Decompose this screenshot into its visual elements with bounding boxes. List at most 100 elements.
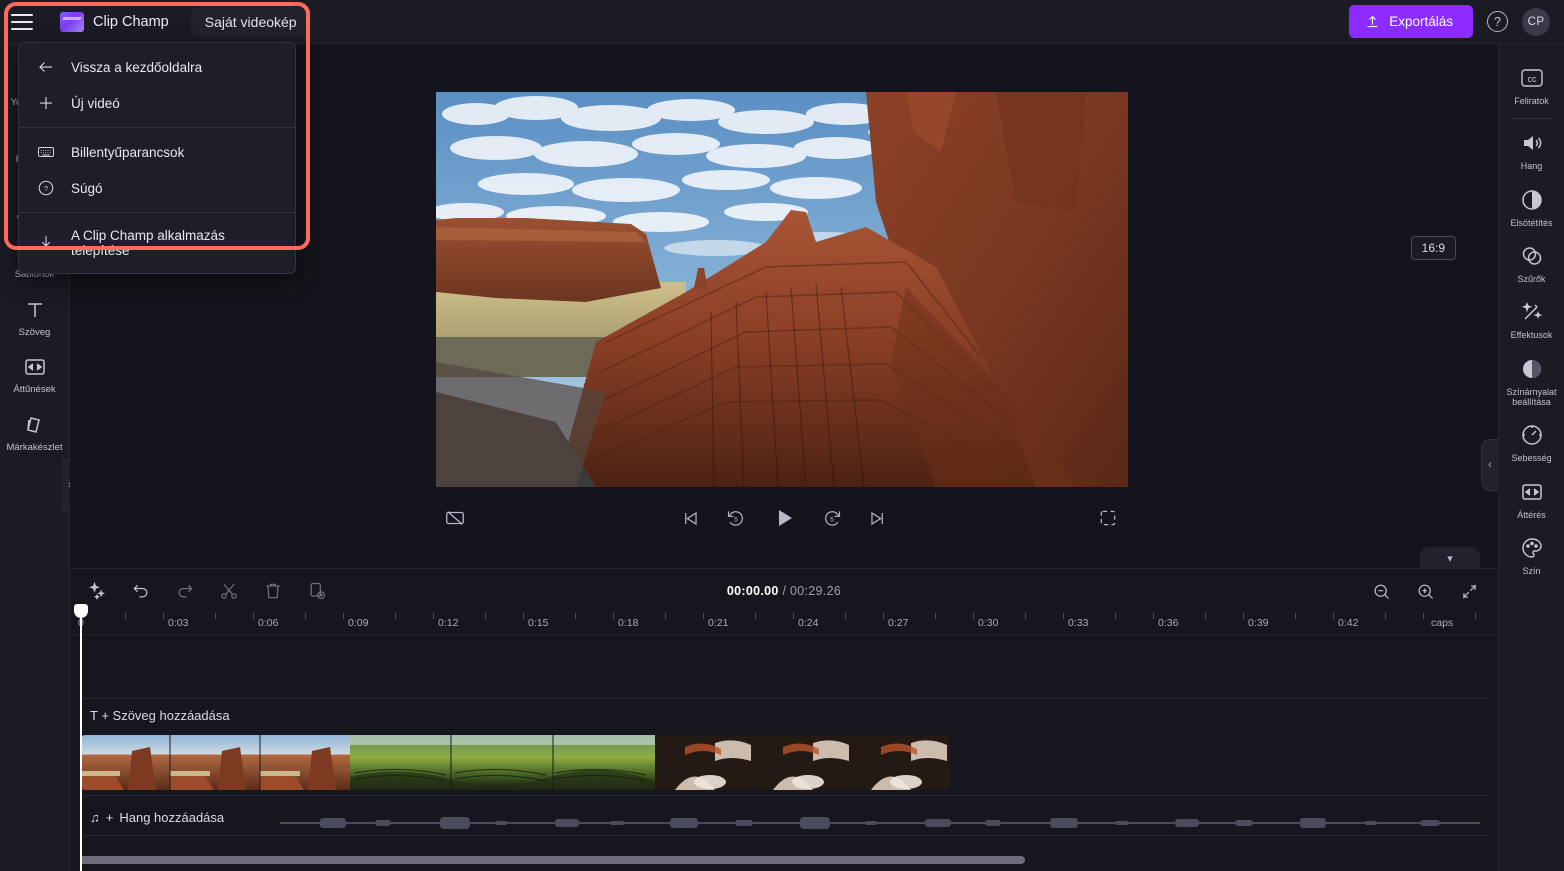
- right-sidebar: cc Feliratok Hang Elsötétítés Szűrők Eff…: [1498, 44, 1564, 871]
- video-clip-row: [80, 735, 950, 790]
- add-audio-track[interactable]: ♫ + Hang hozzáadása: [80, 801, 1490, 834]
- undo-icon[interactable]: [128, 578, 154, 604]
- right-item-speed[interactable]: Sebesség: [1499, 413, 1564, 469]
- time-separator: /: [782, 584, 787, 598]
- clipchamp-editor: Clip Champ Saját videokép Exportálás ? C…: [0, 0, 1564, 871]
- right-item-color[interactable]: Szín: [1499, 526, 1564, 582]
- right-label-transition: Áttérés: [1517, 509, 1546, 520]
- right-label-captions: Feliratok: [1514, 96, 1549, 106]
- svg-text:?: ?: [44, 184, 48, 193]
- menu-item-new-video[interactable]: Új videó: [19, 85, 295, 121]
- plus-icon: +: [105, 810, 114, 825]
- right-item-color-adjust[interactable]: Színárnyalat beállítása: [1499, 347, 1564, 414]
- right-item-captions[interactable]: cc Feliratok: [1499, 56, 1564, 112]
- contrast-icon: [1519, 356, 1545, 382]
- svg-text:cc: cc: [1527, 74, 1537, 84]
- timeline-clip-macro[interactable]: [655, 735, 950, 790]
- rewind-5-icon[interactable]: 5: [726, 508, 746, 528]
- total-time: 00:29.26: [790, 584, 842, 598]
- stage-collapse-chevron-down-icon[interactable]: ▾: [1420, 547, 1480, 569]
- right-item-audio[interactable]: Hang: [1499, 121, 1564, 177]
- menu-label-help: Súgó: [71, 180, 103, 196]
- empty-track[interactable]: [70, 635, 1498, 697]
- playhead[interactable]: [74, 604, 88, 871]
- forward-5-icon[interactable]: 5: [822, 508, 842, 528]
- menu-item-install-app[interactable]: A Clip Champ alkalmazás telepítése: [19, 219, 295, 267]
- timeline-clip-hills[interactable]: [350, 735, 655, 790]
- playhead-handle[interactable]: [74, 604, 88, 618]
- palette-icon: [1519, 535, 1545, 561]
- avatar[interactable]: CP: [1522, 7, 1550, 36]
- player-controls: 5 5: [70, 488, 1498, 548]
- timeline-toolbar: 00:00.00 / 00:29.26: [70, 569, 1498, 613]
- zoom-out-icon[interactable]: [1368, 578, 1394, 604]
- add-text-track[interactable]: T + Szöveg hozzáadása: [80, 699, 1490, 732]
- ruler-label: 0:33: [1068, 617, 1089, 629]
- timeline-ruler[interactable]: 0 0:03 0:06 0:09 0:12 0:15 0:18 0:21 0:2…: [70, 613, 1498, 635]
- right-item-effects[interactable]: Effektusok: [1499, 290, 1564, 346]
- export-button[interactable]: Exportálás: [1349, 5, 1473, 38]
- skip-to-end-icon[interactable]: [868, 509, 887, 528]
- ruler-label: 0:24: [798, 617, 819, 629]
- captions-off-icon[interactable]: [444, 507, 466, 529]
- transitions-icon: [22, 354, 48, 380]
- menu-label-install-app: A Clip Champ alkalmazás telepítése: [71, 228, 225, 258]
- rail-divider: [1511, 118, 1552, 120]
- menu-item-help[interactable]: ? Súgó: [19, 170, 295, 206]
- play-button[interactable]: [772, 506, 796, 530]
- download-icon: [37, 234, 55, 252]
- right-item-fade[interactable]: Elsötétítés: [1499, 178, 1564, 234]
- sidebar-label-transitions: Áttűnések: [13, 384, 56, 396]
- video-preview[interactable]: [436, 92, 1128, 487]
- right-label-filters: Szűrők: [1517, 274, 1546, 285]
- delete-trash-icon[interactable]: [260, 578, 286, 604]
- sidebar-label-brandkit: Márkakészlet: [6, 441, 63, 453]
- help-icon[interactable]: ?: [1487, 11, 1508, 32]
- duplicate-icon[interactable]: [304, 578, 330, 604]
- timeline-panel: 00:00.00 / 00:29.26 0 0:03 0:06 0:09: [70, 568, 1498, 871]
- menu-separator: [19, 212, 295, 213]
- right-item-filters[interactable]: Szűrők: [1499, 234, 1564, 290]
- clip-thumbnail: [350, 735, 655, 790]
- menu-item-shortcuts[interactable]: Billentyűparancsok: [19, 134, 295, 170]
- sidebar-item-brandkit[interactable]: Márkakészlet: [0, 403, 70, 460]
- ruler-label: 0:30: [978, 617, 999, 629]
- zoom-in-icon[interactable]: [1412, 578, 1438, 604]
- ruler-label: 0:12: [438, 617, 459, 629]
- menu-separator: [19, 127, 295, 128]
- sidebar-label-text: Szöveg: [18, 326, 51, 338]
- magic-sparkle-icon[interactable]: [84, 578, 110, 604]
- timeline-scrollbar-thumb[interactable]: [80, 856, 1025, 864]
- timeline-tracks: T + Szöveg hozzáadása ♫ + Hang hozzáadás…: [70, 635, 1498, 850]
- right-panel-collapse-chevron-left-icon[interactable]: ‹: [1481, 439, 1498, 491]
- svg-text:5: 5: [830, 516, 834, 523]
- transport-controls: 5 5: [659, 506, 909, 530]
- fullscreen-icon[interactable]: [1098, 508, 1118, 528]
- skip-to-start-icon[interactable]: [681, 509, 700, 528]
- timeline-clip-canyon[interactable]: [80, 735, 350, 790]
- clip-thumbnail: [655, 735, 950, 790]
- hamburger-menu-icon[interactable]: [0, 0, 44, 44]
- ruler-label-caps: caps: [1431, 617, 1454, 629]
- speedometer-icon: [1519, 422, 1545, 448]
- app-header: Clip Champ Saját videokép Exportálás ? C…: [0, 0, 1564, 44]
- right-item-transition[interactable]: Áttérés: [1499, 470, 1564, 526]
- aspect-ratio-badge[interactable]: 16:9: [1410, 236, 1456, 260]
- header-actions: Exportálás ? CP: [1349, 5, 1564, 38]
- music-note-icon: ♫: [90, 810, 100, 825]
- ruler-label: 0:06: [258, 617, 279, 629]
- sidebar-item-transitions[interactable]: Áttűnések: [0, 345, 70, 402]
- ruler-label: 0:36: [1158, 617, 1179, 629]
- redo-icon[interactable]: [172, 578, 198, 604]
- svg-text:5: 5: [734, 516, 738, 523]
- right-label-effects: Effektusok: [1510, 330, 1553, 341]
- split-scissors-icon[interactable]: [216, 578, 242, 604]
- project-tab[interactable]: Saját videokép: [190, 6, 311, 37]
- text-icon: [22, 297, 48, 323]
- ruler-label: 0:42: [1338, 617, 1359, 629]
- sidebar-item-text[interactable]: Szöveg: [0, 288, 70, 345]
- fit-to-screen-icon[interactable]: [1456, 578, 1482, 604]
- timeline-zoom-controls: [1368, 578, 1482, 604]
- menu-item-back-home[interactable]: Vissza a kezdőoldalra: [19, 49, 295, 85]
- track-divider: [80, 795, 1490, 796]
